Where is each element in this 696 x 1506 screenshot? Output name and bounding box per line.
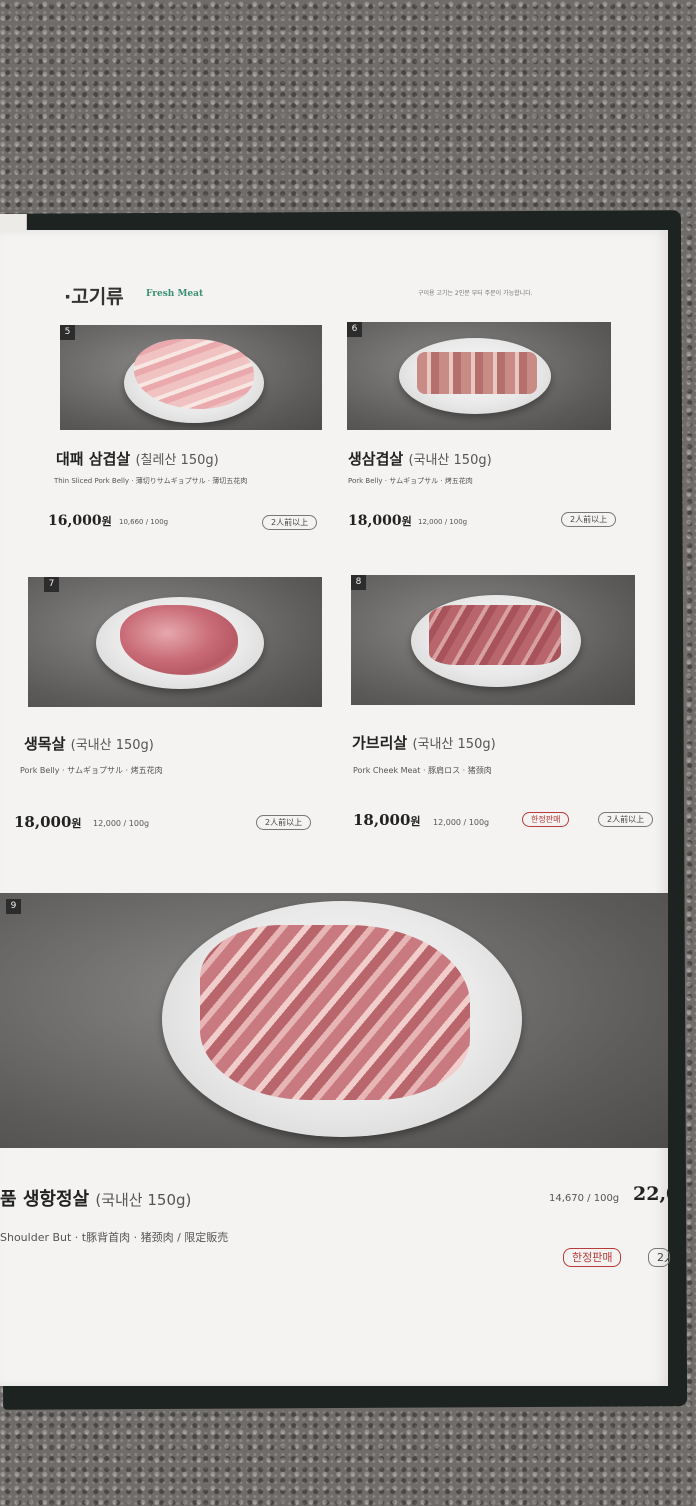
item-price: 16,000원	[48, 513, 112, 529]
unit-price: 12,000 / 100g	[418, 518, 468, 526]
unit-price: 12,000 / 100g	[93, 819, 150, 828]
pork-belly-slices	[417, 352, 537, 394]
item-photo-8: 8	[351, 575, 635, 705]
item-price: 18,000원	[353, 811, 421, 829]
order-notice: 구이용 고기는 2인분 부터 주문이 가능합니다.	[418, 290, 533, 297]
item-description: Pork Cheek Meat · 豚肩ロス · 猪颈肉	[353, 766, 492, 775]
item-name: 대패 삼겹살 (칠레산 150g)	[56, 450, 219, 468]
item-number-badge: 9	[6, 899, 21, 914]
unit-price: 12,000 / 100g	[433, 818, 490, 827]
item-description: Pork Belly · サムギョプサル · 烤五花肉	[20, 766, 163, 775]
item-description: Pork Belly · サムギョプサル · 烤五花肉	[348, 477, 473, 485]
min-order-badge: 2人前以上	[256, 815, 312, 830]
item-description: Shoulder But · t豚背首肉 · 猪颈肉 / 限定販売	[0, 1231, 229, 1244]
limited-sale-badge: 한정판매	[522, 812, 570, 827]
item-photo-9: 9	[0, 893, 668, 1148]
min-order-badge: 2人前以上	[598, 812, 654, 827]
section-title: ·고기류	[64, 286, 124, 308]
limited-sale-badge: 한정판매	[563, 1248, 622, 1267]
unit-price: 10,660 / 100g	[119, 518, 169, 526]
item-name: 가브리살 (국내산 150g)	[352, 734, 496, 752]
item-photo-6: 6	[347, 322, 611, 430]
item-name: 생삼겹살 (국내산 150g)	[348, 450, 492, 468]
item-description: Thin Sliced Pork Belly · 薄切りサムギョプサル · 薄切…	[54, 477, 248, 485]
item-photo-5: 5	[60, 325, 322, 430]
item-number-badge: 7	[44, 577, 59, 592]
item-price: 18,000원	[14, 813, 82, 831]
pork-jowl-slices	[200, 925, 470, 1100]
min-order-badge: 2人前以上	[262, 515, 318, 530]
item-name: 생목살 (국내산 150g)	[24, 735, 154, 753]
section-title-en: Fresh Meat	[146, 289, 204, 299]
min-order-badge: 2人前以上	[561, 512, 617, 527]
item-number-badge: 6	[347, 322, 362, 337]
item-number-badge: 8	[351, 575, 366, 590]
item-price: 22,000	[633, 1183, 668, 1205]
min-order-badge: 2人前	[648, 1248, 670, 1267]
item-price: 18,000원	[348, 513, 412, 529]
pork-cheek-slices	[429, 605, 561, 665]
item-photo-7: 7	[28, 577, 322, 707]
item-number-badge: 5	[60, 325, 75, 340]
unit-price: 14,670 / 100g	[549, 1193, 620, 1204]
item-name: 품 생항정살 (국내산 150g)	[0, 1189, 192, 1210]
